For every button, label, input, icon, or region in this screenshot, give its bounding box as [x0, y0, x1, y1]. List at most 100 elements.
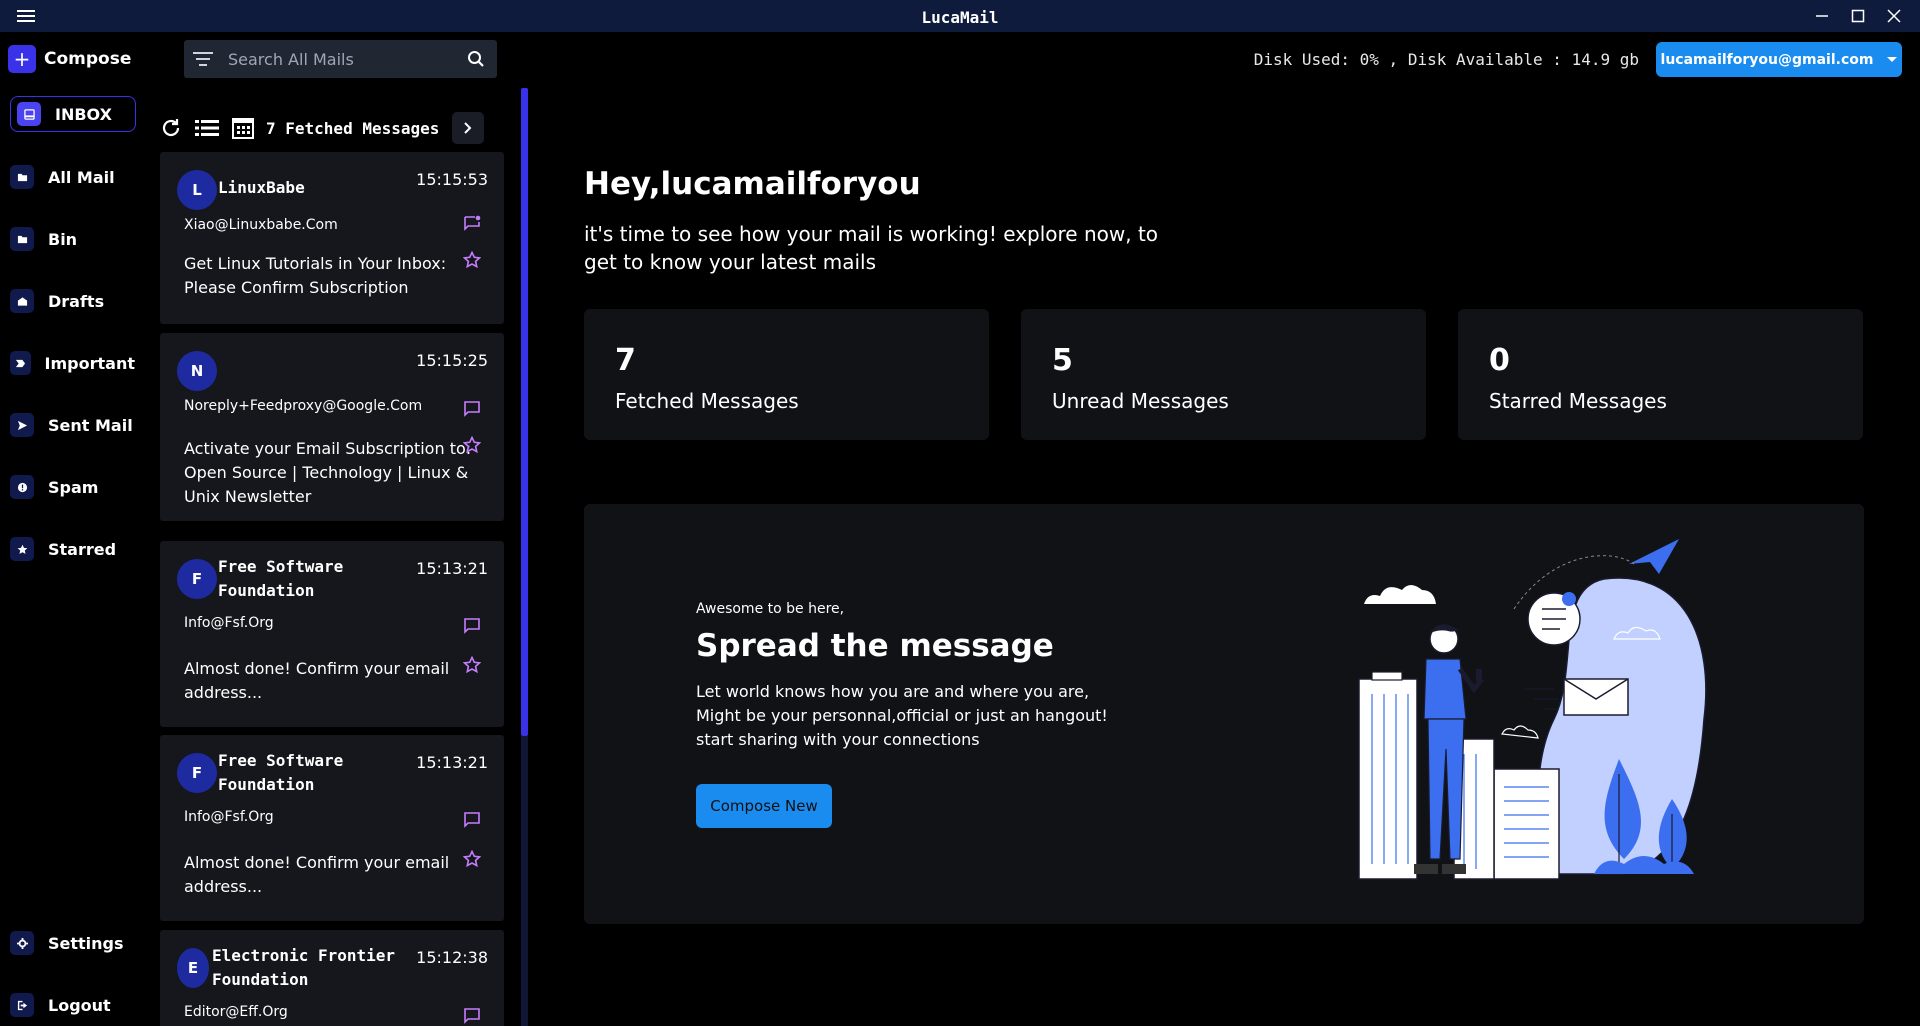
message-card[interactable]: E Electronic Frontier Foundation 15:12:3… — [160, 930, 504, 1026]
stat-value: 7 — [615, 343, 636, 378]
sidebar-item-all-mail[interactable]: All Mail — [10, 159, 135, 195]
sidebar-item-bin[interactable]: Bin — [10, 221, 135, 257]
message-card[interactable]: N 15:15:25 Noreply+Feedproxy@Google.Com … — [160, 333, 504, 521]
sidebar-item-important[interactable]: Important — [10, 345, 135, 381]
compose-new-button[interactable]: Compose New — [696, 784, 832, 828]
account-email: lucamailforyou@gmail.com — [1661, 52, 1874, 68]
unread-chat-icon[interactable] — [462, 214, 482, 234]
disk-usage: Disk Used: 0% , Disk Available : 14.9 gb — [1254, 50, 1639, 69]
minimize-icon[interactable] — [1807, 4, 1837, 28]
message-subject: Almost done! Confirm your email address.… — [184, 851, 474, 899]
avatar: E — [177, 948, 209, 988]
send-icon — [10, 413, 34, 437]
message-card[interactable]: F Free Software Foundation 15:13:21 Info… — [160, 541, 504, 727]
chat-icon[interactable] — [462, 810, 482, 830]
sidebar-item-label: INBOX — [55, 105, 112, 124]
stat-card-fetched: 7 Fetched Messages — [584, 309, 989, 440]
account-dropdown[interactable]: lucamailforyou@gmail.com — [1656, 42, 1902, 77]
label-icon — [10, 351, 31, 375]
sidebar-item-label: Spam — [48, 478, 98, 497]
sender-name: Free Software Foundation — [218, 555, 408, 603]
inbox-icon — [17, 102, 41, 126]
stat-label: Unread Messages — [1052, 389, 1229, 413]
message-time: 15:13:21 — [416, 753, 488, 772]
sender-address: Info@Fsf.Org — [184, 809, 274, 825]
sidebar-item-settings[interactable]: Settings — [10, 925, 135, 961]
sender-name: Free Software Foundation — [218, 749, 408, 797]
sender-name: Electronic Frontier Foundation — [212, 944, 412, 992]
message-card[interactable]: L LinuxBabe 15:15:53 Xiao@Linuxbabe.Com … — [160, 152, 504, 324]
star-outline-icon[interactable] — [462, 250, 482, 270]
message-subject: Get Linux Tutorials in Your Inbox: Pleas… — [184, 252, 474, 300]
message-card[interactable]: F Free Software Foundation 15:13:21 Info… — [160, 735, 504, 921]
list-scrollbar-track[interactable] — [521, 736, 528, 1026]
chat-icon[interactable] — [462, 399, 482, 419]
message-subject: Activate your Email Subscription to: Ope… — [184, 437, 474, 509]
welcome-banner: Awesome to be here, Spread the message L… — [584, 504, 1864, 924]
sidebar-item-label: Settings — [48, 934, 124, 953]
close-icon[interactable] — [1879, 4, 1909, 28]
mail-open-icon — [10, 289, 34, 313]
list-toolbar: 7 Fetched Messages — [158, 112, 484, 144]
avatar: F — [177, 753, 217, 793]
sidebar-item-label: Drafts — [48, 292, 104, 311]
sidebar-item-inbox[interactable]: INBOX — [10, 96, 136, 132]
search-bar — [184, 40, 497, 78]
sender-address: Info@Fsf.Org — [184, 615, 274, 631]
sidebar-item-sent-mail[interactable]: Sent Mail — [10, 407, 135, 443]
logout-icon — [10, 993, 34, 1017]
maximize-icon[interactable] — [1843, 4, 1873, 28]
star-outline-icon[interactable] — [462, 849, 482, 869]
chat-icon[interactable] — [462, 616, 482, 636]
title-bar: LucaMail — [0, 0, 1920, 32]
messaging-illustration — [1354, 529, 1734, 899]
search-input[interactable] — [228, 50, 458, 69]
hamburger-menu-icon[interactable] — [16, 8, 36, 24]
stat-card-starred: 0 Starred Messages — [1458, 309, 1863, 440]
avatar: N — [177, 351, 217, 391]
message-time: 15:13:21 — [416, 559, 488, 578]
sidebar-item-logout[interactable]: Logout — [10, 987, 135, 1023]
star-outline-icon[interactable] — [462, 435, 482, 455]
list-view-icon[interactable] — [194, 115, 220, 141]
compose-button[interactable]: + Compose — [8, 44, 131, 74]
list-scrollbar-thumb[interactable] — [521, 88, 528, 736]
stat-label: Fetched Messages — [615, 389, 799, 413]
caret-down-icon — [1887, 57, 1897, 62]
sender-name: LinuxBabe — [218, 176, 408, 200]
sidebar-item-spam[interactable]: Spam — [10, 469, 135, 505]
star-icon — [10, 537, 34, 561]
chevron-right-icon[interactable] — [452, 112, 484, 144]
search-icon[interactable] — [467, 50, 485, 68]
filter-icon[interactable] — [192, 52, 214, 66]
avatar: F — [177, 559, 217, 599]
banner-title: Spread the message — [696, 628, 1054, 664]
refresh-icon[interactable] — [158, 115, 184, 141]
chat-icon[interactable] — [462, 1006, 482, 1026]
star-outline-icon[interactable] — [462, 655, 482, 675]
banner-description: Let world knows how you are and where yo… — [696, 680, 1126, 752]
compose-label: Compose — [44, 49, 131, 69]
gear-icon — [10, 931, 34, 955]
calendar-icon[interactable] — [230, 115, 256, 141]
greeting-subtext: it's time to see how your mail is workin… — [584, 220, 1184, 276]
sidebar-item-label: Bin — [48, 230, 77, 249]
sender-address: Noreply+Feedproxy@Google.Com — [184, 398, 422, 414]
sidebar-item-starred[interactable]: Starred — [10, 531, 135, 567]
sidebar-item-drafts[interactable]: Drafts — [10, 283, 135, 319]
stat-value: 0 — [1489, 343, 1510, 378]
message-time: 15:15:53 — [416, 170, 488, 189]
folder-icon — [10, 227, 34, 251]
stat-card-unread: 5 Unread Messages — [1021, 309, 1426, 440]
message-time: 15:12:38 — [416, 948, 488, 967]
plus-icon: + — [8, 45, 36, 73]
sidebar-item-label: All Mail — [48, 168, 115, 187]
folder-icon — [10, 165, 34, 189]
sidebar-item-label: Logout — [48, 996, 111, 1015]
message-time: 15:15:25 — [416, 351, 488, 370]
banner-kicker: Awesome to be here, — [696, 601, 844, 617]
window-title: LucaMail — [0, 8, 1920, 27]
alert-icon — [10, 475, 34, 499]
sidebar-item-label: Important — [45, 354, 135, 373]
greeting-title: Hey,lucamailforyou — [584, 166, 921, 202]
